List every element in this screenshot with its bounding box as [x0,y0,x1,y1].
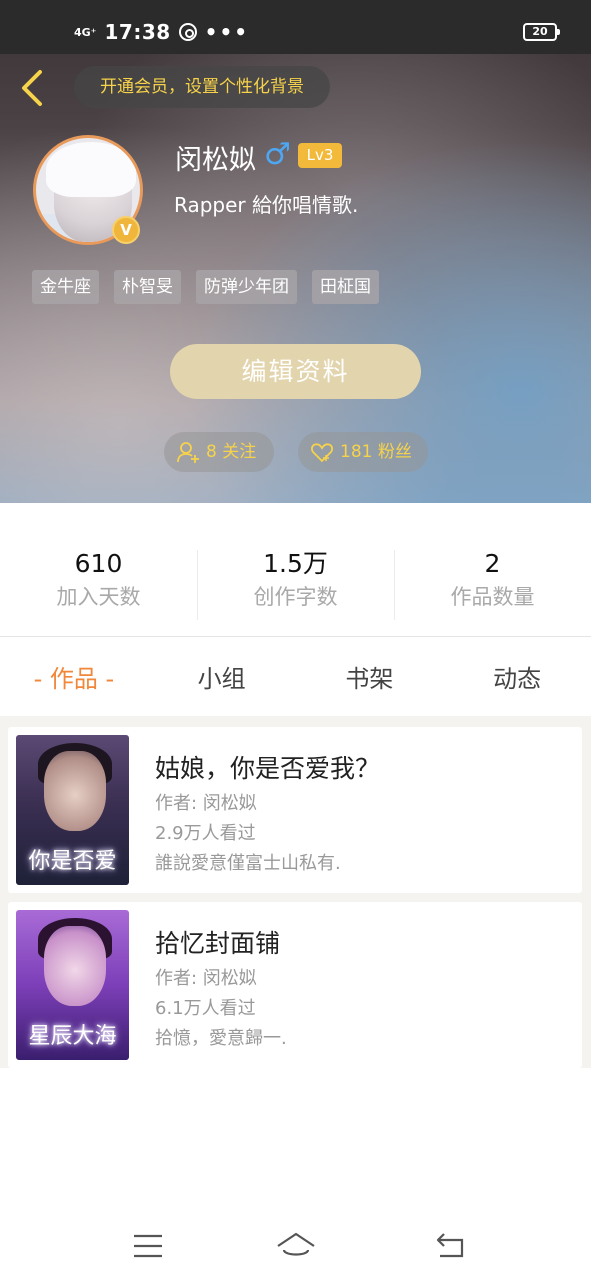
stat-word-count: 1.5万 创作字数 [197,548,394,620]
following-button[interactable]: 8 关注 [164,432,274,472]
book-cover: 星辰大海 [16,910,129,1060]
book-author: 作者: 闵松姒 [155,968,257,989]
signal-icon: 4G⁺ [74,25,97,39]
heart-icon [311,443,333,463]
tag[interactable]: 金牛座 [32,270,99,304]
tag[interactable]: 朴智旻 [114,270,181,304]
back-button[interactable] [16,68,52,108]
book-description: 誰說愛意僅富士山私有. [155,853,341,874]
battery-icon: 20 [523,23,560,41]
tab-groups[interactable]: 小组 [148,652,296,706]
book-views: 6.1万人看过 [155,998,256,1019]
book-card[interactable]: 你是否爱 姑娘，你是否爱我？ 作者: 闵松姒 2.9万人看过 誰說愛意僅富士山私… [8,727,582,893]
system-back-button[interactable] [432,1230,472,1262]
profile-header: 4G⁺ 17:38 ••• 20 开通会员，设置个性化背景 V 闵松姒 ♂ Lv… [0,0,591,503]
stat-works-count: 2 作品数量 [394,548,591,620]
profile-stats: 610 加入天数 1.5万 创作字数 2 作品数量 [0,548,591,620]
book-title: 拾忆封面铺 [155,929,281,958]
divider [0,636,591,637]
cover-title: 你是否爱 [28,849,117,874]
notification-icon [178,23,197,41]
more-dots-icon: ••• [204,20,250,44]
following-count: 8 关注 [206,442,257,462]
tab-works[interactable]: - 作品 - [0,652,148,706]
tab-activity[interactable]: 动态 [443,652,591,706]
back-arrow-icon [436,1233,464,1258]
interest-tags: 金牛座 朴智旻 防弹少年团 田柾国 [32,270,379,304]
book-views: 2.9万人看过 [155,823,256,844]
status-left: 4G⁺ 17:38 ••• [74,20,249,44]
menu-icon [134,1234,162,1258]
cover-title: 星辰大海 [28,1024,117,1049]
home-button[interactable] [276,1230,316,1262]
book-author: 作者: 闵松姒 [155,793,257,814]
profile-tabs: - 作品 - 小组 书架 动态 [0,652,591,706]
vip-background-button[interactable]: 开通会员，设置个性化背景 [74,66,330,108]
user-bio: Rapper 給你唱情歌. [174,193,359,217]
book-card[interactable]: 星辰大海 拾忆封面铺 作者: 闵松姒 6.1万人看过 拾憶，愛意歸一. [8,902,582,1068]
level-badge: Lv3 [298,143,342,168]
status-bar: 4G⁺ 17:38 ••• 20 [0,0,591,54]
home-icon [277,1232,315,1256]
fans-button[interactable]: 181 粉丝 [298,432,428,472]
male-gender-icon: ♂ [264,137,291,172]
menu-button[interactable] [128,1230,168,1262]
tab-bookshelf[interactable]: 书架 [296,652,444,706]
book-description: 拾憶，愛意歸一. [155,1028,287,1049]
add-user-icon [177,442,199,463]
status-time: 17:38 [104,20,171,44]
system-nav-bar [0,1216,591,1280]
chevron-left-icon [22,70,42,106]
verified-badge: V [112,216,140,244]
stat-days-joined: 610 加入天数 [56,549,141,609]
fans-count: 181 粉丝 [340,442,412,462]
book-cover: 你是否爱 [16,735,129,885]
book-title: 姑娘，你是否爱我？ [155,754,381,783]
tag[interactable]: 田柾国 [312,270,379,304]
tag[interactable]: 防弹少年团 [196,270,297,304]
username: 闵松姒 [175,145,256,176]
edit-profile-button[interactable]: 编辑资料 [170,344,421,399]
